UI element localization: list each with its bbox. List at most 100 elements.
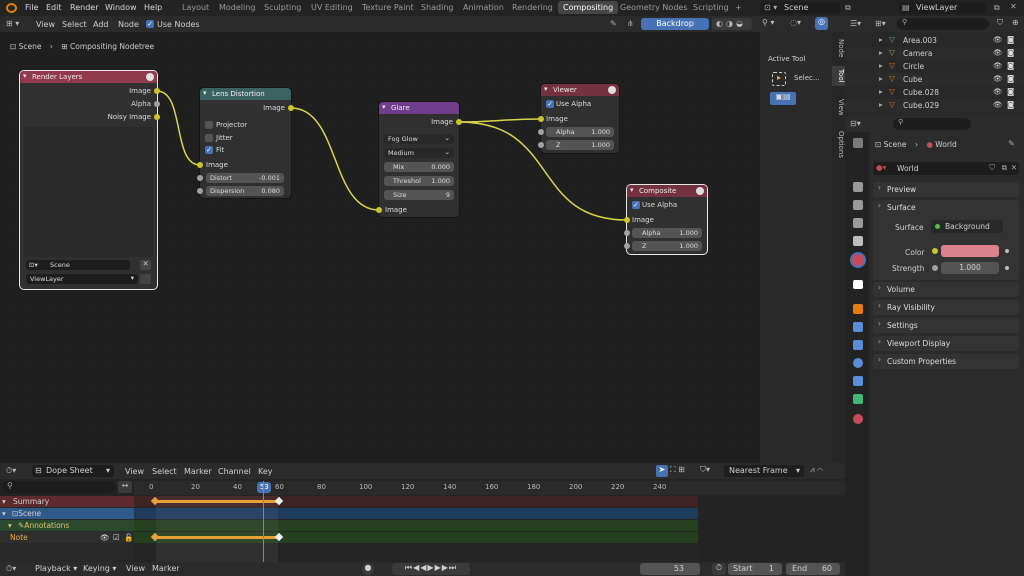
playback-controls[interactable]: ⏮◀◀▶▶▶⏭ xyxy=(392,563,470,575)
start-frame-field[interactable]: Start 1 xyxy=(728,563,782,575)
jitter-checkbox[interactable] xyxy=(205,134,213,142)
proportional-icon[interactable]: ⩘ ⌒ xyxy=(810,465,823,475)
physics-tab-icon[interactable] xyxy=(853,358,863,368)
mode-dropdown[interactable]: ⊟ Dope Sheet ▾ xyxy=(32,465,114,477)
outliner-item[interactable]: ▸ ▽ Circle 👁 ◙ xyxy=(845,60,1024,73)
properties-search-input[interactable]: ⚲ xyxy=(893,118,971,130)
z-field[interactable]: Z 1.000 xyxy=(546,140,614,150)
properties-type-icon[interactable]: ⊟▾ xyxy=(850,119,861,128)
in-image-socket[interactable] xyxy=(376,207,382,213)
fit-checkbox[interactable]: ✓ xyxy=(205,146,213,154)
render-visibility-icon[interactable]: ◙ xyxy=(1007,61,1014,70)
tab-tool[interactable]: Tool xyxy=(832,66,845,86)
render-visibility-icon[interactable]: ◙ xyxy=(1007,74,1014,83)
custom-properties-panel[interactable]: Custom Properties xyxy=(873,354,1019,369)
visibility-icon[interactable]: 👁 xyxy=(993,61,1003,70)
end-frame-field[interactable]: End 60 xyxy=(786,563,840,575)
pin-icon[interactable]: ✎ xyxy=(1008,139,1015,148)
blender-logo-icon[interactable] xyxy=(6,3,17,13)
only-selected-icon[interactable]: ➤ xyxy=(656,465,668,477)
menu-edit[interactable]: Edit xyxy=(46,3,62,12)
lock-icon[interactable]: 🔓 xyxy=(124,533,133,542)
select-mode-icons[interactable]: ▣▤ xyxy=(770,92,796,105)
channel-search-input[interactable]: ⚲ xyxy=(2,481,115,493)
alpha-field[interactable]: Alpha 1.000 xyxy=(546,127,614,137)
viewport-display-panel[interactable]: Viewport Display xyxy=(873,336,1019,351)
scene-dropdown[interactable]: ⊡▾ Scene xyxy=(26,260,130,270)
record-button[interactable]: ● xyxy=(362,563,374,575)
glare-header[interactable]: ▾ Glare xyxy=(379,102,459,114)
render-layers-node[interactable]: ▾ Render Layers Image Alpha Noisy Image ⊡… xyxy=(20,71,160,289)
tab-node[interactable]: Node xyxy=(832,36,845,60)
volume-panel[interactable]: Volume xyxy=(873,282,1019,297)
size-field[interactable]: Size 9 xyxy=(384,190,454,200)
current-frame-field[interactable]: 53 xyxy=(640,563,700,575)
tab-options[interactable]: Options xyxy=(832,128,845,161)
strength-field[interactable]: 1.000 xyxy=(941,262,999,274)
viewlayer-selector[interactable]: ▤ ViewLayer xyxy=(898,2,986,14)
render-visibility-icon[interactable]: ◙ xyxy=(1007,48,1014,57)
z-socket[interactable] xyxy=(538,142,544,148)
viewer-header[interactable]: ▾ Viewer xyxy=(541,84,619,96)
preview-range-icon[interactable]: ⏱ xyxy=(712,563,726,575)
duplicate-icon[interactable]: ⧉ xyxy=(1002,163,1007,173)
fake-user-icon[interactable]: ⛉ xyxy=(989,163,995,173)
collection-tab-icon[interactable] xyxy=(853,280,863,289)
color-socket[interactable] xyxy=(932,248,938,254)
world-browse-icon[interactable]: ●▾ xyxy=(876,163,886,172)
menu-keying[interactable]: Keying ▾ xyxy=(83,564,116,573)
tab-animation[interactable]: Animation xyxy=(463,3,504,12)
distort-field[interactable]: Distort -0.001 xyxy=(206,173,284,183)
render-layer-icon[interactable] xyxy=(140,274,151,284)
visibility-icon[interactable]: 👁 xyxy=(993,87,1003,96)
particles-tab-icon[interactable] xyxy=(853,340,863,350)
composite-node[interactable]: ▾ Composite ✓ Use Alpha Image Alpha 1.000 … xyxy=(624,185,707,254)
out-alpha-socket[interactable] xyxy=(154,101,160,107)
tab-scripting[interactable]: Scripting xyxy=(693,3,729,12)
outliner-type-icon[interactable]: ☰▾ xyxy=(850,19,861,28)
composite-use-alpha-checkbox[interactable]: ✓ xyxy=(632,201,640,209)
expand-arrow-icon[interactable]: ▸ xyxy=(879,100,883,109)
scene-tab-icon[interactable] xyxy=(853,236,863,246)
output-tab-icon[interactable] xyxy=(853,200,863,210)
menu-help[interactable]: Help xyxy=(144,3,162,12)
visibility-icon[interactable]: 👁 xyxy=(993,100,1003,109)
surface-shader-field[interactable]: Background xyxy=(931,220,1003,233)
composite-header[interactable]: ▾ Composite xyxy=(627,185,707,197)
modifier-tab-icon[interactable] xyxy=(853,322,863,332)
menu-marker[interactable]: Marker xyxy=(152,564,180,573)
menu-render[interactable]: Render xyxy=(70,3,98,12)
data-tab-icon[interactable] xyxy=(853,394,863,404)
world-tab-icon[interactable] xyxy=(852,254,864,266)
strength-keyframe-dot[interactable] xyxy=(1005,266,1009,270)
viewlayer-remove-icon[interactable]: ✕ xyxy=(1010,2,1017,11)
tab-uv-editing[interactable]: UV Editing xyxy=(311,3,353,12)
scene-new-icon[interactable]: ⧉ xyxy=(845,3,851,13)
expand-arrow-icon[interactable]: ▸ xyxy=(879,74,883,83)
constraints-tab-icon[interactable] xyxy=(853,376,863,386)
expand-arrow-icon[interactable]: ▸ xyxy=(879,48,883,57)
in-image-socket[interactable] xyxy=(624,217,630,223)
swap-icon[interactable]: ↔ xyxy=(118,481,132,493)
visibility-icon[interactable]: 👁 xyxy=(993,74,1003,83)
strength-socket[interactable] xyxy=(932,265,938,271)
enable-checkbox-icon[interactable]: ☑ xyxy=(113,533,120,542)
view-layer-tab-icon[interactable] xyxy=(853,218,863,228)
viewer-use-alpha-checkbox[interactable]: ✓ xyxy=(546,100,554,108)
viewlayer-new-icon[interactable]: ⧉ xyxy=(994,3,1000,13)
channel-note[interactable]: Note 👁 ☑ 🔓 xyxy=(0,532,134,543)
render-visibility-icon[interactable]: ◙ xyxy=(1007,35,1014,44)
alpha-field[interactable]: Alpha 1.000 xyxy=(632,228,702,238)
in-image-socket[interactable] xyxy=(538,116,544,122)
distort-socket[interactable] xyxy=(197,175,203,181)
channel-summary[interactable]: ▾ Summary xyxy=(0,496,134,507)
tool-tab-icon[interactable] xyxy=(853,138,863,148)
tab-layout[interactable]: Layout xyxy=(182,3,209,12)
visibility-icon[interactable]: 👁 xyxy=(100,533,110,542)
visibility-icon[interactable]: 👁 xyxy=(993,48,1003,57)
tab-sculpting[interactable]: Sculpting xyxy=(264,3,301,12)
expand-arrow-icon[interactable]: ▸ xyxy=(879,61,883,70)
menu-window[interactable]: Window xyxy=(105,3,137,12)
outliner-item[interactable]: ▸ ▽ Cube.028 👁 ◙ xyxy=(845,86,1024,99)
dispersion-socket[interactable] xyxy=(197,188,203,194)
